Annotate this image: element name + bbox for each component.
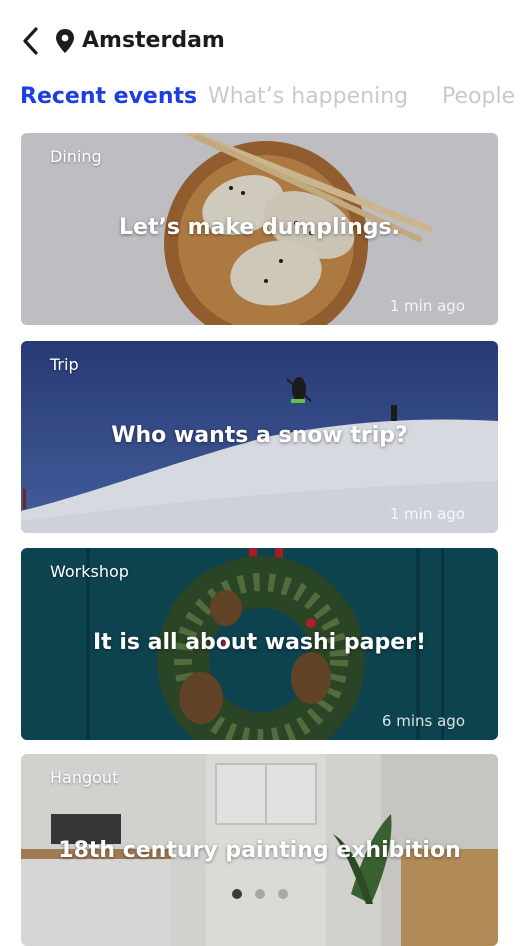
card-title: It is all about washi paper! <box>92 630 427 655</box>
card-timestamp: 1 min ago <box>389 505 465 523</box>
card-category: Workshop <box>50 562 129 581</box>
pagination-dot-3[interactable] <box>278 889 288 899</box>
chevron-left-icon <box>23 27 38 55</box>
card-category: Dining <box>50 147 102 166</box>
pagination-dot-2[interactable] <box>255 889 265 899</box>
card-timestamp: 1 min ago <box>389 297 465 315</box>
card-category: Trip <box>50 355 79 374</box>
card-timestamp: 6 mins ago <box>381 712 465 730</box>
card-title: Let’s make dumplings. <box>119 215 400 240</box>
event-card-workshop[interactable]: Workshop It is all about washi paper! 6 … <box>21 548 498 740</box>
event-card-dining[interactable]: Dining Let’s make dumplings. 1 min ago <box>21 133 498 325</box>
event-card-trip[interactable]: Trip Who wants a snow trip? 1 min ago <box>21 341 498 533</box>
back-button[interactable] <box>14 24 48 58</box>
pagination-dot-1[interactable] <box>232 889 242 899</box>
card-category: Hangout <box>50 768 119 787</box>
location-title[interactable]: Amsterdam <box>82 26 225 56</box>
tab-people[interactable]: People <box>442 80 515 114</box>
map-pin-icon <box>56 29 74 53</box>
event-card-hangout[interactable]: Hangout 18th century painting exhibition <box>21 754 498 946</box>
card-title: 18th century painting exhibition <box>58 838 461 863</box>
top-bar: Amsterdam <box>0 0 520 80</box>
tab-recent-events[interactable]: Recent events <box>20 80 197 114</box>
card-title: Who wants a snow trip? <box>111 423 408 448</box>
tab-whats-happening[interactable]: What’s happening <box>208 80 408 114</box>
category-tabs: Recent events What’s happening People <box>20 80 520 116</box>
